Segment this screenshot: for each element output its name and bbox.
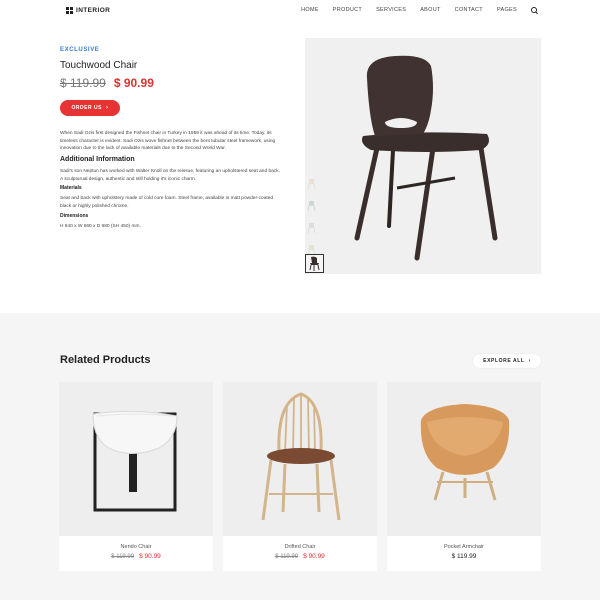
chevron-right-icon: › bbox=[528, 358, 531, 364]
product-prices: $ 119.99 $ 90.99 bbox=[60, 76, 154, 90]
materials-text: Seat and back with upholstery made of co… bbox=[60, 196, 274, 209]
card-image bbox=[223, 382, 377, 536]
nav-home[interactable]: HOME bbox=[301, 7, 319, 13]
card-price: $ 119.99 bbox=[451, 553, 477, 560]
related-title: Related Products bbox=[60, 354, 151, 366]
card-prices: $ 119.99 bbox=[387, 553, 541, 560]
product-card-pocket[interactable] bbox=[387, 382, 541, 571]
nav-contact[interactable]: CONTACT bbox=[455, 7, 483, 13]
card-name: Drifted Chair bbox=[284, 544, 316, 550]
nendo-chair-image bbox=[92, 410, 178, 512]
product-eyebrow: EXCLUSIVE bbox=[60, 47, 100, 53]
card-name: Nendo Chair bbox=[120, 544, 152, 550]
gallery-thumbnails bbox=[306, 178, 324, 266]
logo[interactable]: INTERIOR bbox=[66, 7, 110, 14]
dimensions-heading: Dimensions bbox=[60, 213, 89, 219]
card-old-price: $ 119.99 bbox=[275, 554, 299, 560]
top-navbar: INTERIOR HOME PRODUCT SERVICES ABOUT CON… bbox=[0, 0, 600, 22]
card-name: Pocket Armchair bbox=[443, 544, 485, 550]
chevron-right-icon: › bbox=[105, 105, 109, 111]
thumbnail[interactable] bbox=[306, 222, 318, 234]
product-card-drifted[interactable] bbox=[223, 382, 377, 571]
pocket-armchair-image bbox=[420, 404, 510, 501]
nav-product[interactable]: PRODUCT bbox=[333, 7, 362, 13]
nav-services[interactable]: SERVICES bbox=[376, 7, 406, 13]
order-button-label: ORDER US bbox=[71, 105, 102, 111]
explore-all-button[interactable]: EXPLORE ALL › bbox=[473, 354, 541, 368]
card-old-price: $ 119.99 bbox=[111, 554, 135, 560]
product-card-nendo[interactable] bbox=[59, 382, 213, 571]
product-description: When Sadi Ozis first designed the Fishne… bbox=[60, 131, 276, 152]
materials-heading: Materials bbox=[60, 185, 82, 191]
card-image bbox=[59, 382, 213, 536]
additional-info-heading: Additional Information bbox=[60, 156, 135, 163]
dark-chair-thumbnail-icon bbox=[309, 256, 320, 271]
card-prices: $ 119.99 $ 90.99 bbox=[223, 553, 377, 560]
new-price: $ 90.99 bbox=[113, 76, 154, 90]
logo-grid-icon bbox=[66, 7, 73, 14]
thumbnail[interactable] bbox=[306, 178, 318, 190]
additional-info-text: Sadi's son Neptun has worked with Walter… bbox=[60, 169, 280, 182]
thumbnail-active[interactable] bbox=[305, 254, 324, 273]
dark-chair-image bbox=[354, 55, 498, 261]
thumbnail[interactable] bbox=[306, 200, 318, 212]
old-price: $ 119.99 bbox=[60, 76, 106, 90]
card-new-price: $ 90.99 bbox=[303, 553, 325, 560]
card-image bbox=[387, 382, 541, 536]
card-prices: $ 119.99 $ 90.99 bbox=[59, 553, 213, 560]
nav-about[interactable]: ABOUT bbox=[420, 7, 440, 13]
main-nav: HOME PRODUCT SERVICES ABOUT CONTACT PAGE… bbox=[287, 7, 537, 13]
order-button[interactable]: ORDER US › bbox=[60, 100, 120, 116]
product-title: Touchwood Chair bbox=[60, 60, 138, 71]
search-icon[interactable] bbox=[531, 7, 537, 13]
drifted-chair-image bbox=[261, 392, 341, 521]
logo-text: INTERIOR bbox=[76, 7, 111, 14]
dimensions-text: H 840 x W 660 x D 680 (SH 450) mm. bbox=[60, 224, 141, 229]
card-new-price: $ 90.99 bbox=[139, 553, 161, 560]
explore-all-label: EXPLORE ALL bbox=[483, 358, 525, 364]
product-image bbox=[305, 38, 541, 274]
nav-pages[interactable]: PAGES bbox=[497, 7, 517, 13]
